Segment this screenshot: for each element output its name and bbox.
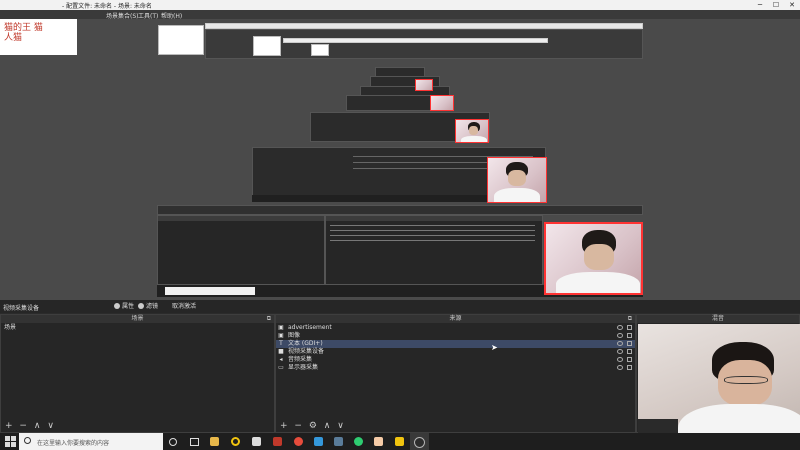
camera-icon: ■	[278, 348, 284, 355]
source-settings-button[interactable]: ⚙	[309, 420, 317, 432]
lock-icon[interactable]	[627, 325, 632, 330]
webcam-overlay	[638, 324, 800, 450]
source-label: 音频采集	[288, 356, 313, 363]
nested-camera-3	[455, 119, 489, 143]
scenes-dock-title: 场景	[1, 315, 274, 323]
properties-button[interactable]: 属性	[114, 302, 134, 311]
image-icon: ▣	[278, 332, 284, 339]
nested-logo-1	[158, 25, 204, 55]
source-label: advertisement	[288, 324, 332, 331]
source-item[interactable]: T 文本 (GDI+)	[276, 340, 635, 348]
weibo-icon[interactable]	[294, 437, 303, 446]
float-icon[interactable]: ⧉	[267, 315, 271, 323]
start-button[interactable]	[5, 436, 16, 447]
remove-scene-button[interactable]: −	[19, 420, 27, 432]
search-icon	[24, 437, 31, 444]
source-label: 显示器采集	[288, 364, 319, 371]
visibility-icon[interactable]	[617, 349, 623, 354]
source-item[interactable]: ▭ 显示器采集	[276, 364, 635, 372]
lock-icon[interactable]	[627, 333, 632, 338]
selected-source-label: 视频采集设备	[3, 305, 40, 312]
source-item[interactable]: ▣ advertisement	[276, 324, 635, 332]
logo-text: 猫的王 猫人猫	[4, 23, 43, 43]
move-down-button[interactable]: ∨	[47, 420, 54, 432]
source-item[interactable]: ▣ 图像	[276, 332, 635, 340]
nested-camera-2	[430, 95, 454, 111]
window-title: - 配置文件: 未命名 - 场景: 未命名	[62, 3, 152, 10]
source-label: 图像	[288, 332, 301, 339]
windows-taskbar: 在这里输入你要搜索的内容	[0, 433, 800, 450]
cortana-icon[interactable]	[169, 438, 177, 446]
visibility-icon[interactable]	[617, 325, 623, 330]
nested-obs-header	[157, 205, 643, 215]
title-bar: - 配置文件: 未命名 - 场景: 未命名 ─ ☐ ✕	[0, 0, 800, 10]
monitor-icon: ▭	[278, 364, 284, 371]
store-icon[interactable]	[374, 437, 383, 446]
scenes-dock: 场景 ⧉ 场景 + − ∧ ∨	[0, 314, 275, 433]
float-icon[interactable]: ⧉	[628, 315, 632, 323]
deactivate-button[interactable]: 取消激活	[172, 302, 196, 311]
nested-scenes-panel	[157, 215, 325, 285]
audio-icon: ◂	[279, 356, 283, 363]
source-label: 文本 (GDI+)	[288, 340, 323, 347]
obs-active-highlight	[410, 433, 429, 450]
mouse-cursor: ➤	[491, 343, 498, 352]
move-up-button[interactable]: ∧	[34, 420, 41, 432]
glasses	[724, 376, 768, 384]
image-icon: ▣	[278, 324, 284, 331]
source-label: 视频采集设备	[288, 348, 325, 355]
filters-button[interactable]: 滤镜	[138, 302, 158, 311]
edge-icon[interactable]	[354, 437, 363, 446]
sources-dock-title: 来源	[276, 315, 635, 323]
text-icon: T	[279, 340, 283, 347]
move-up-button[interactable]: ∧	[324, 420, 331, 432]
explorer-icon[interactable]	[210, 437, 219, 446]
menu-bar: 场景集合(S) 工具(T) 帮助(H)	[0, 10, 800, 20]
mail-icon[interactable]	[252, 437, 261, 446]
nested-sources-panel	[325, 215, 543, 285]
logo: 猫的王 猫人猫	[0, 19, 77, 55]
source-item[interactable]: ◂ 音频采集	[276, 356, 635, 364]
lock-icon[interactable]	[627, 357, 632, 362]
selected-camera-source[interactable]	[544, 222, 643, 295]
add-scene-button[interactable]: +	[5, 420, 13, 432]
visibility-icon[interactable]	[617, 357, 623, 362]
taskbar-search[interactable]: 在这里输入你要搜索的内容	[19, 433, 163, 450]
app2-icon[interactable]	[334, 437, 343, 446]
remove-source-button[interactable]: −	[294, 420, 302, 432]
nested-logo-2	[253, 36, 281, 56]
steam-icon[interactable]	[314, 437, 323, 446]
task-view-icon[interactable]	[190, 438, 199, 446]
close-button[interactable]: ✕	[784, 0, 800, 10]
lock-icon[interactable]	[627, 365, 632, 370]
visibility-icon[interactable]	[617, 365, 623, 370]
nested-camera-4	[487, 157, 547, 203]
scenes-toolbar: + − ∧ ∨	[1, 420, 274, 432]
add-source-button[interactable]: +	[280, 420, 288, 432]
search-placeholder: 在这里输入你要搜索的内容	[37, 440, 110, 447]
gear-icon	[114, 303, 120, 309]
source-item[interactable]: ■ 视频采集设备	[276, 348, 635, 356]
visibility-icon[interactable]	[617, 333, 623, 338]
visibility-icon[interactable]	[617, 341, 623, 346]
nested-camera-1	[415, 79, 433, 91]
maximize-button[interactable]: ☐	[768, 0, 784, 10]
sources-toolbar: + − ⚙ ∧ ∨	[276, 420, 635, 432]
scene-item[interactable]: 场景	[1, 324, 274, 332]
nested-logo-3	[311, 44, 329, 56]
minimize-button[interactable]: ─	[752, 0, 768, 10]
move-down-button[interactable]: ∨	[337, 420, 344, 432]
app-icon[interactable]	[231, 437, 240, 446]
photos-icon[interactable]	[395, 437, 404, 446]
lock-icon[interactable]	[627, 349, 632, 354]
preview-canvas[interactable]: 猫的王 猫人猫	[0, 19, 800, 300]
lock-icon[interactable]	[627, 341, 632, 346]
game-icon[interactable]	[273, 437, 282, 446]
source-toolbar: 视频采集设备 属性 滤镜 取消激活	[0, 300, 800, 313]
sources-dock: 来源 ⧉ ▣ advertisement ▣ 图像 T 文本 (GDI+) ■ 视频采集设备 ◂…	[275, 314, 636, 433]
nested-window-titlebar-2	[283, 38, 548, 43]
mixer-dock-title: 混音	[637, 315, 799, 323]
filter-icon	[138, 303, 144, 309]
